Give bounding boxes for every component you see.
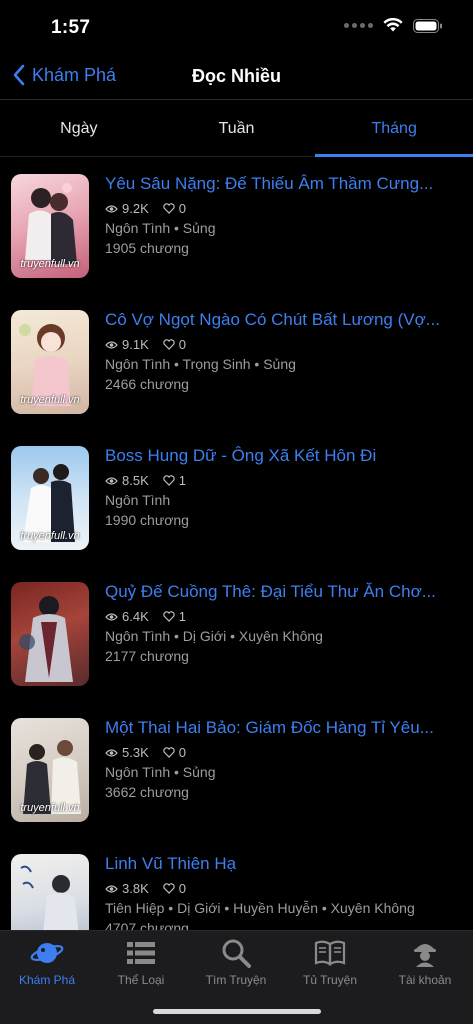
like-count: 0	[178, 745, 186, 760]
home-indicator	[153, 1009, 321, 1014]
battery-icon	[413, 18, 442, 33]
book-stats: 5.3K 0	[105, 745, 186, 760]
wifi-icon	[383, 18, 403, 32]
tabbar-item-library[interactable]: Tủ Truyện	[283, 937, 377, 987]
list-item[interactable]: truyenfull.vn Cô Vợ Ngọt Ngào Có Chút Bấ…	[0, 294, 473, 430]
book-title[interactable]: Cô Vợ Ngọt Ngào Có Chút Bất Lương (Vợ...	[105, 310, 445, 330]
eye-icon	[105, 612, 118, 621]
book-chapters: 1990 chương	[105, 512, 189, 528]
view-count: 3.8K	[122, 881, 149, 896]
tab-week[interactable]: Tuần	[158, 101, 316, 156]
book-title[interactable]: Một Thai Hai Bảo: Giám Đốc Hàng Tỉ Yêu..…	[105, 718, 445, 738]
eye-icon	[105, 884, 118, 893]
book-genres: Ngôn Tình • Sủng	[105, 220, 216, 236]
tab-day[interactable]: Ngày	[0, 101, 158, 156]
user-icon	[414, 944, 436, 967]
tabbar-label: Tài khoản	[398, 973, 452, 987]
book-list[interactable]: truyenfull.vn Yêu Sâu Nặng: Đế Thiếu Âm …	[0, 158, 473, 930]
cover-watermark: truyenfull.vn	[20, 258, 80, 270]
book-genres: Ngôn Tình	[105, 492, 171, 508]
tabbar-label: Tủ Truyện	[302, 973, 358, 987]
heart-icon	[163, 475, 175, 486]
book-cover	[11, 854, 89, 930]
eye-icon	[105, 476, 118, 485]
book-genres: Ngôn Tình • Dị Giới • Xuyên Không	[105, 628, 323, 644]
heart-icon	[163, 203, 175, 214]
book-stats: 9.1K 0	[105, 337, 186, 352]
eye-icon	[105, 204, 118, 213]
list-item[interactable]: Linh Vũ Thiên Hạ 3.8K 0 Tiên Hiệp • Dị G…	[0, 838, 473, 930]
book-cover: truyenfull.vn	[11, 718, 89, 822]
book-cover: truyenfull.vn	[11, 174, 89, 278]
page-title: Đọc Nhiều	[191, 66, 281, 86]
book-title[interactable]: Linh Vũ Thiên Hạ	[105, 854, 445, 874]
book-genres: Tiên Hiệp • Dị Giới • Huyền Huyễn • Xuyê…	[105, 900, 415, 916]
like-count: 1	[178, 473, 186, 488]
tabbar-item-search[interactable]: Tìm Truyện	[189, 937, 283, 987]
navigation-bar: Khám Phá Đọc Nhiều	[0, 56, 473, 100]
tab-month[interactable]: Tháng	[315, 101, 473, 157]
tabbar-item-discover[interactable]: Khám Phá	[0, 937, 94, 987]
book-stats: 3.8K 0	[105, 881, 186, 896]
eye-icon	[105, 748, 118, 757]
list-item[interactable]: Quỷ Đế Cuồng Thê: Đại Tiểu Thư Ăn Chơ...…	[0, 566, 473, 702]
book-cover: truyenfull.vn	[11, 446, 89, 550]
search-icon	[222, 939, 251, 968]
book-title[interactable]: Quỷ Đế Cuồng Thê: Đại Tiểu Thư Ăn Chơ...	[105, 582, 445, 602]
book-stats: 9.2K 0	[105, 201, 186, 216]
cover-watermark: truyenfull.vn	[20, 394, 80, 406]
planet-icon	[30, 943, 64, 963]
view-count: 9.2K	[122, 201, 149, 216]
book-cover	[11, 582, 89, 686]
view-count: 6.4K	[122, 609, 149, 624]
list-item[interactable]: truyenfull.vn Một Thai Hai Bảo: Giám Đốc…	[0, 702, 473, 838]
like-count: 1	[178, 609, 186, 624]
view-count: 5.3K	[122, 745, 149, 760]
book-chapters: 3662 chương	[105, 784, 189, 800]
signal-icon	[344, 23, 373, 28]
status-bar: 1:57	[0, 0, 473, 56]
eye-icon	[105, 340, 118, 349]
book-chapters: 4707 chương	[105, 920, 189, 930]
like-count: 0	[178, 337, 186, 352]
book-title[interactable]: Yêu Sâu Nặng: Đế Thiếu Âm Thầm Cưng...	[105, 174, 445, 194]
tabbar-label: Khám Phá	[18, 973, 76, 987]
book-cover: truyenfull.vn	[11, 310, 89, 414]
period-tabs: Ngày Tuần Tháng	[0, 101, 473, 157]
book-stats: 6.4K 1	[105, 609, 186, 624]
status-icons	[344, 18, 443, 33]
book-chapters: 1905 chương	[105, 240, 189, 256]
tabbar-label: Thể Loại	[117, 973, 165, 987]
heart-icon	[163, 747, 175, 758]
cover-watermark: truyenfull.vn	[20, 530, 80, 542]
list-item[interactable]: truyenfull.vn Yêu Sâu Nặng: Đế Thiếu Âm …	[0, 158, 473, 294]
book-title[interactable]: Boss Hung Dữ - Ông Xã Kết Hôn Đi	[105, 446, 445, 466]
cover-watermark: truyenfull.vn	[20, 802, 80, 814]
list-item[interactable]: truyenfull.vn Boss Hung Dữ - Ông Xã Kết …	[0, 430, 473, 566]
tabbar-item-account[interactable]: Tài khoản	[378, 937, 472, 987]
book-genres: Ngôn Tình • Sủng	[105, 764, 216, 780]
view-count: 9.1K	[122, 337, 149, 352]
like-count: 0	[178, 881, 186, 896]
tabbar-label: Tìm Truyện	[205, 973, 267, 987]
tabbar-item-categories[interactable]: Thể Loại	[94, 937, 188, 987]
heart-icon	[163, 611, 175, 622]
status-time: 1:57	[51, 17, 91, 38]
book-chapters: 2177 chương	[105, 648, 189, 664]
heart-icon	[163, 339, 175, 350]
heart-icon	[163, 883, 175, 894]
book-stats: 8.5K 1	[105, 473, 186, 488]
book-chapters: 2466 chương	[105, 376, 189, 392]
book-genres: Ngôn Tình • Trọng Sinh • Sủng	[105, 356, 296, 372]
book-icon	[314, 940, 346, 966]
list-icon	[127, 942, 155, 964]
view-count: 8.5K	[122, 473, 149, 488]
like-count: 0	[178, 201, 186, 216]
